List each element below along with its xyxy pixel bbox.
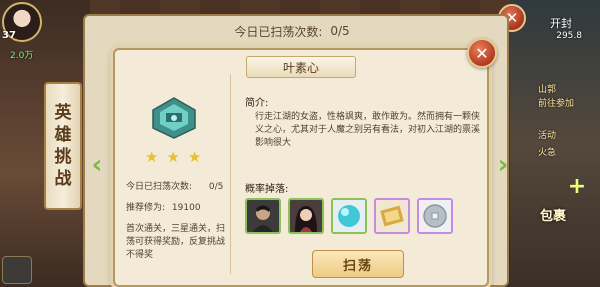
drop-item-slot[interactable]: [245, 198, 281, 234]
task-label[interactable]: 火急: [538, 145, 556, 158]
drop-item-slot[interactable]: [374, 198, 410, 234]
hero-banner-char: 战: [54, 169, 72, 189]
bag-button[interactable]: 包裹: [540, 205, 566, 224]
sweep-count-value: 0/5: [330, 24, 350, 38]
first-clear-text: 首次通关，三星通关，扫荡可获得奖励，反复挑战不得奖: [126, 224, 226, 260]
intro-label: 简介:: [245, 98, 269, 109]
sweep-count-label: 今日已扫荡次数:: [126, 182, 193, 192]
drops-label: 概率掉落:: [245, 184, 289, 195]
hero-challenge-banner[interactable]: 英 雄 挑 战: [44, 82, 82, 210]
silver-coin-icon: [419, 200, 451, 232]
sweep-count-value: 0/5: [208, 182, 224, 192]
stage-title: 叶素心: [246, 56, 356, 78]
player-power: 2.0万: [10, 51, 34, 61]
blue-orb-icon: [333, 200, 365, 232]
hud-stat: 295.8: [556, 31, 582, 41]
sweep-button[interactable]: 扫荡: [312, 250, 404, 278]
hero-banner-char: 雄: [54, 125, 72, 145]
player-level: 37: [2, 30, 16, 41]
male-hero-portrait-icon: [247, 200, 279, 232]
scroll-icon: [376, 200, 408, 232]
star-rating: ★ ★ ★: [145, 150, 201, 165]
next-arrow-icon[interactable]: ›: [494, 150, 512, 180]
recommended-power-value: 19100: [171, 203, 201, 213]
outer-dialog-header: 今日已扫荡次数: 0/5: [85, 16, 507, 46]
drop-item-slot[interactable]: [288, 198, 324, 234]
drop-item-slot[interactable]: [417, 198, 453, 234]
intro-text: 行走江湖的女盗，性格飒爽，敢作敢为。然而拥有一颗侠义之心，尤其对于人魔之别另有看…: [255, 112, 481, 148]
recommended-power-row: 推荐修为: 19100: [126, 200, 201, 213]
hero-banner-char: 挑: [54, 147, 72, 167]
hero-banner-char: 英: [54, 103, 72, 123]
recommended-power-label: 推荐修为:: [126, 203, 166, 213]
task-label[interactable]: 前往参加: [538, 96, 574, 109]
sweep-count-row: 今日已扫荡次数: 0/5: [126, 179, 223, 192]
chat-icon[interactable]: [2, 256, 32, 284]
female-hero-portrait-icon: [290, 200, 322, 232]
star-icon: ★: [166, 148, 180, 166]
scene-right-panel: [510, 0, 600, 287]
prev-arrow-icon[interactable]: ‹: [88, 150, 106, 180]
panel-divider: [230, 74, 231, 274]
plus-icon[interactable]: +: [566, 176, 588, 198]
drop-item-slot[interactable]: [331, 198, 367, 234]
close-icon[interactable]: ✕: [467, 38, 497, 68]
star-icon: ★: [187, 148, 202, 166]
task-label[interactable]: 活动: [538, 128, 556, 141]
task-label[interactable]: 山郭: [538, 82, 556, 95]
stage-icon: [152, 97, 196, 139]
sweep-count-title: 今日已扫荡次数:: [234, 24, 323, 39]
star-icon: ★: [145, 148, 159, 166]
